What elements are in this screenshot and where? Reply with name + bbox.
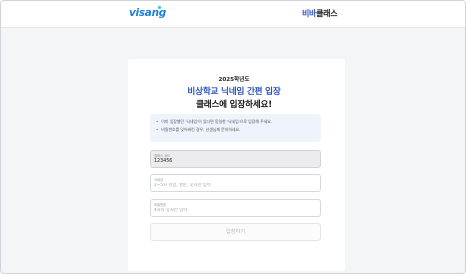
page-subtitle: 클래스에 입장하세요! bbox=[196, 100, 272, 110]
notice-item: 비밀번호를 잊어버린 경우, 선생님께 문의하세요. bbox=[156, 126, 315, 134]
nickname-input[interactable] bbox=[154, 183, 314, 188]
service-logo-part1: 비바 bbox=[302, 9, 317, 18]
enter-button[interactable]: 입장하기 bbox=[150, 223, 321, 241]
class-code-label: 클래스 코드 bbox=[154, 154, 171, 158]
password-label: 비밀번호 bbox=[154, 203, 167, 207]
nickname-label: 닉네임 bbox=[154, 178, 164, 182]
school-year: 2025학년도 bbox=[218, 77, 250, 83]
notice-box: 이미 입장했던 '닉네임'이 있다면 동일한 '닉네임'으로 입장해 주세요. … bbox=[150, 114, 321, 142]
top-bar: visang 비바클래스 bbox=[1, 1, 465, 28]
vivaclass-logo[interactable]: 비바클래스 bbox=[302, 8, 338, 19]
window-frame: visang 비바클래스 2025학년도 비상학교 닉네임 간편 입장 클래스에… bbox=[0, 0, 466, 274]
logo-dot-icon bbox=[158, 6, 161, 9]
password-field[interactable]: 비밀번호 bbox=[150, 199, 321, 217]
class-code-field: 클래스 코드 123456 bbox=[150, 150, 321, 168]
visang-logo[interactable]: visang bbox=[129, 7, 166, 19]
nickname-field[interactable]: 닉네임 bbox=[150, 174, 321, 192]
notice-item: 이미 입장했던 '닉네임'이 있다면 동일한 '닉네임'으로 입장해 주세요. bbox=[156, 118, 315, 126]
service-logo-part2: 클래스 bbox=[316, 9, 338, 18]
class-code-value: 123456 bbox=[154, 159, 173, 164]
page-title: 비상학교 닉네임 간편 입장 bbox=[187, 87, 281, 97]
password-input[interactable] bbox=[154, 208, 314, 213]
